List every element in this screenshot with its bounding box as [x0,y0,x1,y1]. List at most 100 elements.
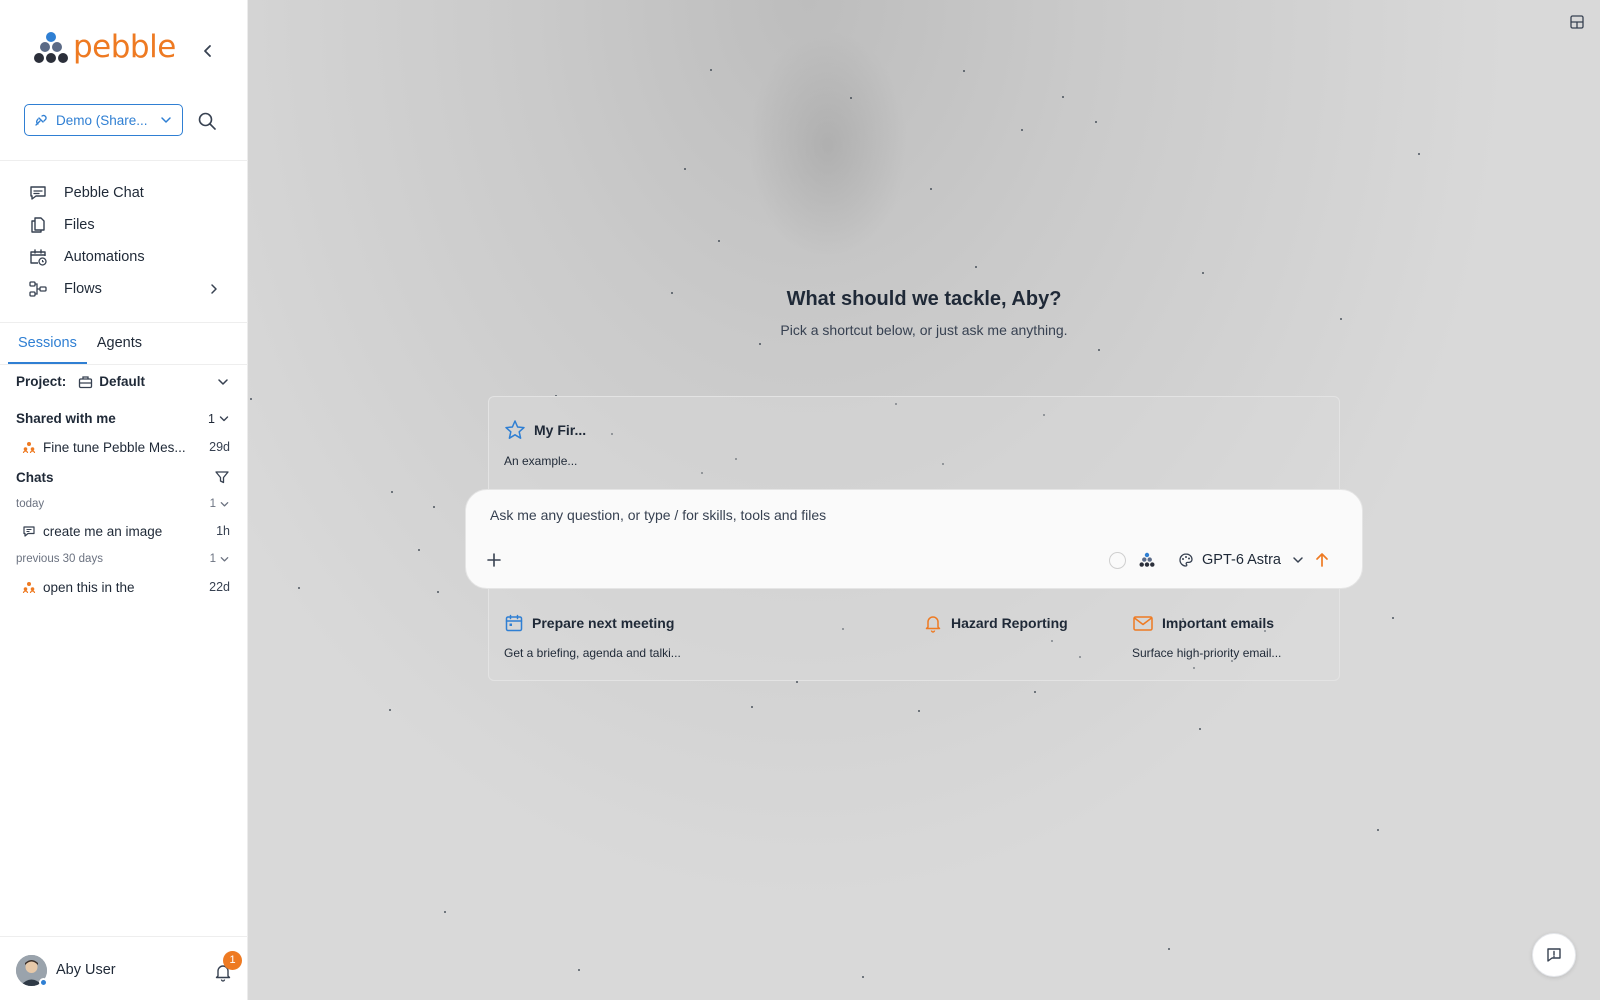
link-icon [35,114,47,126]
divider [0,364,248,365]
chevron-down-icon [220,556,229,562]
notification-badge: 1 [223,951,242,970]
feedback-icon [1547,948,1561,962]
background-speck [578,969,580,971]
shortcut-prepare-next-meeting[interactable]: Prepare next meeting Get a briefing, age… [504,613,681,660]
background-speck [1392,617,1394,619]
session-item[interactable]: create me an image 1h [16,519,230,543]
chat-bubble-icon [23,526,35,537]
shared-users-icon [22,582,36,594]
background-speck [1062,96,1064,98]
background-speck [1034,691,1036,693]
chevron-down-icon [1293,557,1303,563]
shared-with-me-header[interactable]: Shared with me 1 [16,411,230,426]
background-speck [1202,272,1204,274]
session-age: 29d [209,440,230,454]
session-title: open this in the [43,579,135,595]
background-speck [1340,318,1342,320]
chat-group-today[interactable]: today 1 [16,498,230,510]
background-speck [437,591,439,593]
background-speck [444,911,446,913]
layout-grid-icon [1570,15,1584,29]
divider [0,322,248,323]
model-select[interactable]: GPT-6 Astra [1178,549,1305,571]
model-label: GPT-6 Astra [1202,552,1281,568]
background-speck [975,266,977,268]
background-speck [963,70,965,72]
shortcut-my-first[interactable]: My Fir... An example... [504,419,586,468]
main-area: What should we tackle, Aby? Pick a short… [248,0,1600,1000]
feedback-button[interactable] [1532,933,1576,977]
divider [0,160,248,161]
section-count: 1 [208,411,215,426]
user-footer: Aby User 1 [0,936,248,1000]
filter-icon[interactable] [214,469,230,485]
group-count: 1 [209,553,216,565]
session-item[interactable]: Fine tune Pebble Mes... 29d [16,435,230,459]
background-speck [918,710,920,712]
collapse-sidebar-button[interactable] [199,42,217,60]
background-speck [391,491,393,493]
chat-group-previous-30-days[interactable]: previous 30 days 1 [16,553,230,565]
section-label: Shared with me [16,411,116,426]
chat-icon [30,186,46,200]
group-count: 1 [209,498,216,510]
shortcut-hazard-reporting[interactable]: Hazard Reporting [923,613,1068,646]
workspace-label: Demo (Share... [56,112,148,128]
background-speck [684,168,686,170]
shortcut-title: Hazard Reporting [951,615,1068,631]
shortcut-title: My Fir... [534,422,587,438]
briefcase-icon [79,375,93,388]
brand-logo[interactable]: pebble [33,30,176,64]
shortcut-desc: Surface high-priority email... [1132,646,1282,660]
send-button[interactable] [1312,550,1332,570]
background-speck [862,976,864,978]
pebble-logo-icon [34,32,68,63]
background-speck [759,343,761,345]
page-subtitle: Pick a shortcut below, or just ask me an… [780,322,1068,338]
session-age: 1h [216,524,230,538]
nav-item-automations[interactable]: Automations [0,241,248,273]
background-speck [1377,829,1379,831]
nav-item-label: Files [64,217,95,233]
pebble-agent-icon [1139,552,1155,567]
project-select[interactable]: Project: Default [16,374,230,389]
shared-users-icon [22,442,36,454]
shortcut-title: Prepare next meeting [532,615,675,631]
project-value: Default [99,374,146,389]
background-speck [1168,948,1170,950]
session-item[interactable]: open this in the 22d [16,575,230,599]
calendar-icon [505,614,523,632]
background-speck [1098,349,1100,351]
tab-sessions[interactable]: Sessions [8,329,87,364]
background-speck [796,681,798,683]
sidebar-tabs: Sessions Agents [8,329,152,364]
nav-item-label: Flows [64,281,102,297]
shortcut-important-emails[interactable]: Important emails Surface high-priority e… [1132,613,1281,660]
background-speck [1095,121,1097,123]
status-toggle[interactable] [1109,552,1126,569]
tab-agents[interactable]: Agents [87,329,152,364]
background-speck [1199,728,1201,730]
workspace-select[interactable]: Demo (Share... [24,104,183,136]
nav-item-pebble-chat[interactable]: Pebble Chat [0,177,248,209]
arrow-up-icon [1316,553,1328,567]
search-button[interactable] [197,111,217,131]
background-speck [433,506,435,508]
chat-input[interactable] [490,502,1310,528]
add-attachment-button[interactable] [484,550,504,570]
agent-select-button[interactable] [1139,552,1155,568]
nav-item-flows[interactable]: Flows [0,273,248,305]
session-title: Fine tune Pebble Mes... [43,439,186,455]
shortcut-title: Important emails [1162,615,1275,631]
session-title: create me an image [43,523,163,539]
shortcut-desc: An example... [504,454,578,468]
user-name: Aby User [56,962,116,978]
chevron-down-icon [219,415,229,421]
page-title: What should we tackle, Aby? [786,288,1062,310]
nav-item-files[interactable]: Files [0,209,248,241]
layout-toggle-button[interactable] [1569,14,1585,30]
star-icon [505,420,525,439]
files-icon [31,217,45,233]
chat-composer: GPT-6 Astra [465,489,1363,589]
